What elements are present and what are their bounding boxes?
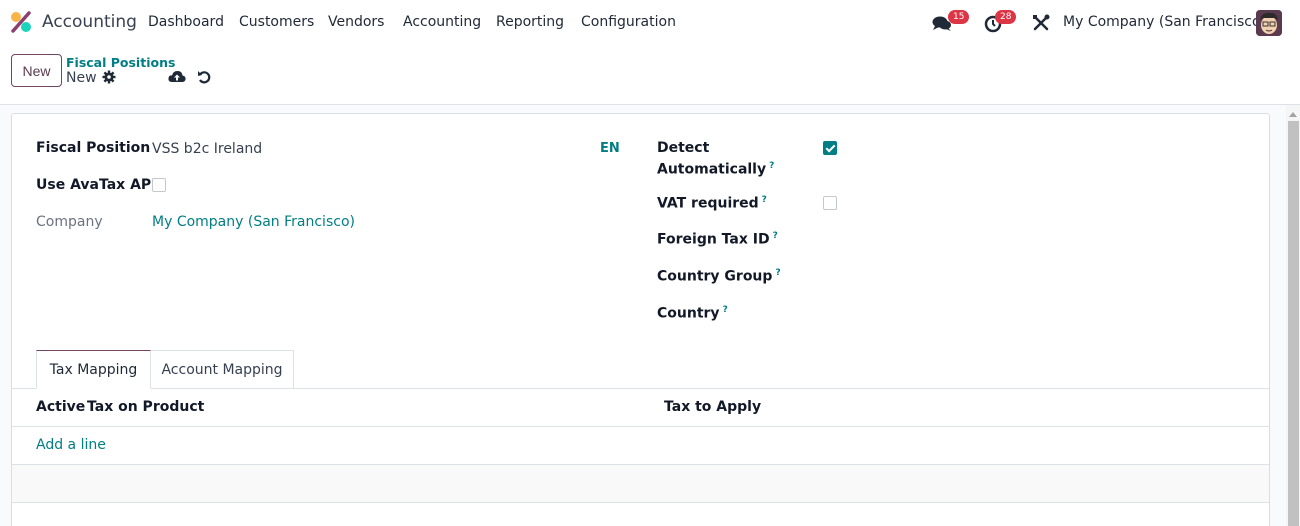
help-icon[interactable]: ? <box>769 161 774 171</box>
foreign-tax-id-label: Foreign Tax ID? <box>657 231 778 248</box>
activities-badge: 28 <box>995 10 1017 24</box>
messages-badge: 15 <box>948 10 970 24</box>
foreign-tax-id-input[interactable] <box>823 228 1243 252</box>
tab-tax-mapping[interactable]: Tax Mapping <box>36 350 151 389</box>
detect-automatically-label: Automatically? <box>657 161 774 178</box>
gear-icon[interactable] <box>102 70 116 84</box>
country-text: Country <box>657 305 720 322</box>
menu-reporting[interactable]: Reporting <box>496 14 564 30</box>
detect-automatically-text: Automatically <box>657 161 767 178</box>
menu-dashboard[interactable]: Dashboard <box>148 14 224 30</box>
table-row <box>12 465 1269 502</box>
menu-vendors[interactable]: Vendors <box>328 14 384 30</box>
column-header-tax-on-product[interactable]: Tax on Product <box>87 399 204 415</box>
app-name[interactable]: Accounting <box>42 12 137 32</box>
column-header-tax-to-apply[interactable]: Tax to Apply <box>664 399 761 415</box>
detect-automatically-label-line1: Detect <box>657 140 710 156</box>
scroll-up-arrow-icon[interactable] <box>1289 112 1297 117</box>
top-navbar: Accounting Dashboard Customers Vendors A… <box>0 0 1300 46</box>
country-group-text: Country Group <box>657 268 773 285</box>
avatax-label: Use AvaTax API <box>36 177 157 193</box>
menu-customers[interactable]: Customers <box>239 14 314 30</box>
scrollbar-thumb[interactable] <box>1288 121 1299 526</box>
add-a-line-link[interactable]: Add a line <box>36 437 106 453</box>
company-label: Company <box>36 214 103 230</box>
tab-account-mapping[interactable]: Account Mapping <box>150 350 294 389</box>
menu-configuration[interactable]: Configuration <box>581 14 676 30</box>
foreign-tax-id-text: Foreign Tax ID <box>657 231 770 248</box>
vat-required-checkbox[interactable] <box>823 196 837 210</box>
fiscal-position-label: Fiscal Position <box>36 140 151 156</box>
tools-icon[interactable] <box>1032 14 1050 32</box>
table-divider <box>12 502 1269 503</box>
help-icon[interactable]: ? <box>723 305 728 315</box>
help-icon[interactable]: ? <box>773 231 778 241</box>
discard-icon[interactable] <box>197 69 212 85</box>
country-group-input[interactable] <box>823 265 1243 289</box>
user-avatar-icon <box>1256 10 1282 36</box>
company-switcher[interactable]: My Company (San Francisco) <box>1063 14 1266 30</box>
vat-required-label: VAT required? <box>657 195 767 212</box>
help-icon[interactable]: ? <box>775 268 780 278</box>
new-button[interactable]: New <box>11 54 62 87</box>
fiscal-position-input[interactable]: VSS b2c Ireland <box>152 141 262 157</box>
accounting-app-icon[interactable] <box>10 11 32 33</box>
help-icon[interactable]: ? <box>762 195 767 205</box>
breadcrumb-fiscal-positions[interactable]: Fiscal Positions <box>66 55 175 70</box>
breadcrumb-current-record: New <box>66 70 97 86</box>
table-divider <box>12 426 1269 427</box>
column-header-active[interactable]: Active <box>36 399 85 415</box>
country-label: Country? <box>657 305 728 322</box>
vat-required-text: VAT required <box>657 195 759 212</box>
company-field[interactable]: My Company (San Francisco) <box>152 214 355 230</box>
save-cloud-icon[interactable] <box>168 69 186 85</box>
country-group-label: Country Group? <box>657 268 781 285</box>
country-input[interactable] <box>823 302 1243 326</box>
detect-automatically-checkbox[interactable] <box>823 141 837 155</box>
language-button[interactable]: EN <box>600 141 620 156</box>
user-avatar[interactable] <box>1256 10 1282 36</box>
menu-accounting[interactable]: Accounting <box>403 14 481 30</box>
avatax-checkbox[interactable] <box>152 178 166 192</box>
